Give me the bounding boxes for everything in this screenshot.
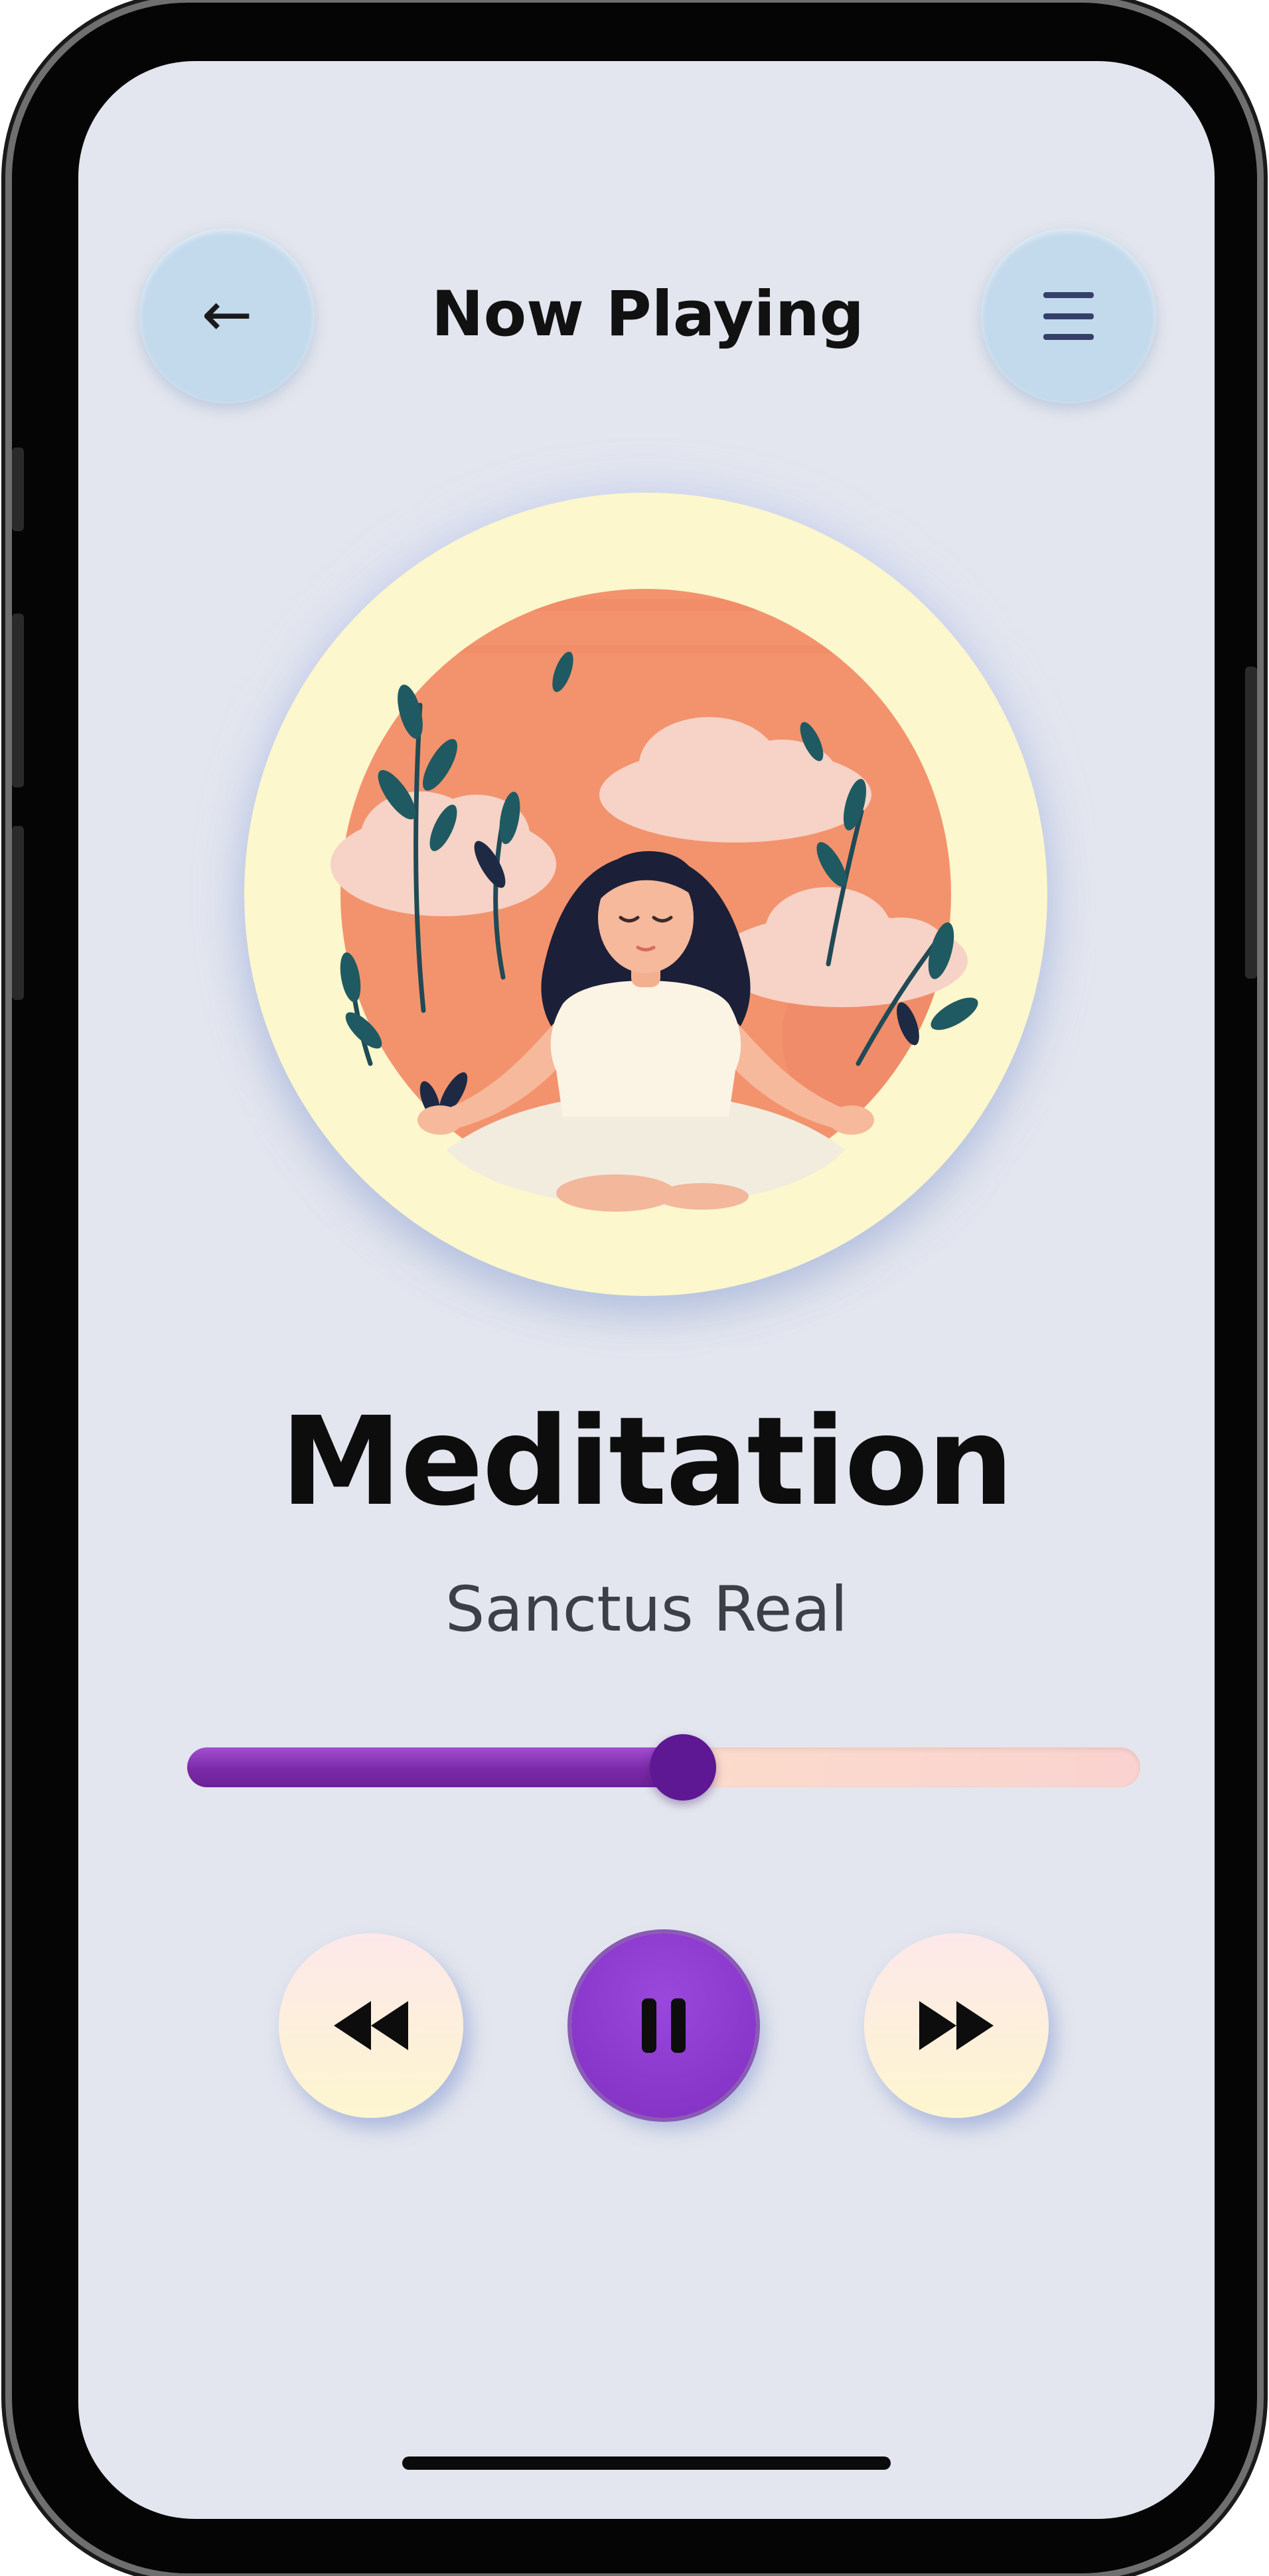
progress-fill <box>187 1747 683 1787</box>
play-pause-button[interactable] <box>571 1933 756 2118</box>
progress-thumb[interactable] <box>649 1734 716 1801</box>
pause-icon <box>642 1998 686 2053</box>
silent-switch <box>12 447 24 531</box>
page-title: Now Playing <box>431 278 865 351</box>
rewind-icon <box>334 2001 408 2050</box>
forward-button[interactable] <box>864 1933 1049 2118</box>
hamburger-menu-icon <box>1043 292 1094 340</box>
menu-button[interactable] <box>981 228 1156 404</box>
phone-frame: ← Now Playing Meditation Sanctus Real <box>12 3 1257 2573</box>
power-button <box>1245 667 1257 979</box>
meditating-woman-illustration <box>244 493 1047 1296</box>
fast-forward-icon <box>919 2001 994 2050</box>
arrow-left-icon: ← <box>201 279 253 350</box>
rewind-button[interactable] <box>279 1933 463 2118</box>
album-artwork <box>244 493 1047 1296</box>
volume-down-button <box>12 826 24 1000</box>
home-indicator[interactable] <box>402 2456 891 2470</box>
track-artist: Sanctus Real <box>445 1573 848 1646</box>
track-title: Meditation <box>280 1391 1013 1533</box>
player-screen: ← Now Playing Meditation Sanctus Real <box>78 61 1215 2519</box>
back-button[interactable]: ← <box>139 228 315 404</box>
progress-slider[interactable] <box>187 1734 1140 1801</box>
volume-up-button <box>12 613 24 787</box>
